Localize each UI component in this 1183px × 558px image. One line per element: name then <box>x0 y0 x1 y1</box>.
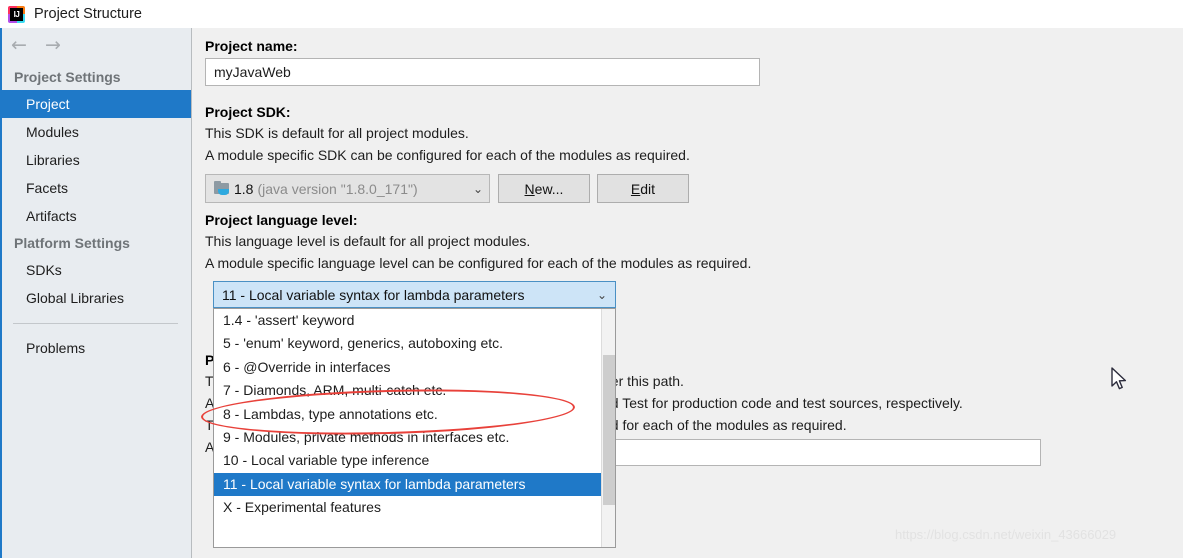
sidebar-item-modules[interactable]: Modules <box>0 118 191 146</box>
sidebar-group-platform-settings: Platform Settings <box>14 235 130 251</box>
language-level-desc-line-2: A module specific language level can be … <box>205 255 752 271</box>
language-level-desc-line-1: This language level is default for all p… <box>205 233 531 249</box>
edit-button-mnemonic: E <box>630 180 641 197</box>
project-name-input[interactable]: myJavaWeb <box>205 58 760 86</box>
chevron-down-icon: ⌄ <box>472 181 483 196</box>
project-structure-dialog: IJ Project Structure ← → Project Setting… <box>0 0 1183 558</box>
java-sdk-folder-icon <box>214 180 231 196</box>
sidebar-item-project[interactable]: Project <box>0 90 191 118</box>
language-level-dropdown[interactable]: 11 - Local variable syntax for lambda pa… <box>213 281 616 308</box>
dropdown-scrollbar-thumb[interactable] <box>603 355 615 505</box>
project-sdk-detail: (java version "1.8.0_171") <box>257 180 418 197</box>
new-sdk-button[interactable]: New... <box>498 174 590 203</box>
sidebar-divider <box>13 323 178 324</box>
ij-logo-text: IJ <box>10 7 23 21</box>
project-sdk-dropdown[interactable]: 1.8 (java version "1.8.0_171") ⌄ <box>205 174 490 203</box>
dropdown-scrollbar[interactable] <box>601 309 615 547</box>
project-sdk-label: Project SDK: <box>205 104 291 120</box>
compiler-output-path-input[interactable] <box>603 439 1041 466</box>
language-level-option-1.4[interactable]: 1.4 - 'assert' keyword <box>214 309 615 332</box>
language-level-option-6[interactable]: 6 - @Override in interfaces <box>214 356 615 379</box>
language-level-option-8[interactable]: 8 - Lambdas, type annotations etc. <box>214 403 615 426</box>
window-title: Project Structure <box>34 6 142 22</box>
language-level-option-7[interactable]: 7 - Diamonds, ARM, multi-catch etc. <box>214 379 615 402</box>
language-level-option-10[interactable]: 10 - Local variable type inference <box>214 449 615 472</box>
sidebar-item-facets[interactable]: Facets <box>0 174 191 202</box>
sidebar-group-project-settings: Project Settings <box>14 69 121 85</box>
project-sdk-desc-line-1: This SDK is default for all project modu… <box>205 125 469 141</box>
intellij-idea-icon: IJ <box>8 5 25 23</box>
arrow-left-icon[interactable]: ← <box>11 36 29 55</box>
language-level-selected-value: 11 - Local variable syntax for lambda pa… <box>222 286 525 303</box>
sidebar-item-problems[interactable]: Problems <box>0 334 191 362</box>
arrow-right-icon[interactable]: → <box>45 36 63 55</box>
settings-sidebar: ← → Project Settings Project Modules Lib… <box>0 28 192 558</box>
language-level-option-x[interactable]: X - Experimental features <box>214 496 615 519</box>
language-level-option-9[interactable]: 9 - Modules, private methods in interfac… <box>214 426 615 449</box>
edit-button-label: dit <box>640 180 656 197</box>
new-button-mnemonic: N <box>524 180 535 197</box>
watermark-text: https://blog.csdn.net/weixin_43666029 <box>895 527 1117 542</box>
sidebar-item-sdks[interactable]: SDKs <box>0 256 191 284</box>
language-level-option-11[interactable]: 11 - Local variable syntax for lambda pa… <box>214 472 615 497</box>
language-level-label: Project language level: <box>205 212 358 228</box>
title-bar: IJ Project Structure <box>0 0 1183 28</box>
sidebar-item-global-libraries[interactable]: Global Libraries <box>0 284 191 312</box>
settings-main-panel: Project name: myJavaWeb Project SDK: Thi… <box>193 28 1183 558</box>
project-sdk-version: 1.8 <box>234 180 254 197</box>
language-level-option-list: 1.4 - 'assert' keyword 5 - 'enum' keywor… <box>213 308 616 548</box>
navigation-arrows: ← → <box>0 28 191 64</box>
edit-sdk-button[interactable]: Edit <box>597 174 689 203</box>
project-sdk-desc-line-2: A module specific SDK can be configured … <box>205 147 690 163</box>
sidebar-item-artifacts[interactable]: Artifacts <box>0 202 191 230</box>
project-name-label: Project name: <box>205 38 298 54</box>
sidebar-accent-edge <box>0 28 2 558</box>
chevron-down-icon: ⌄ <box>596 287 607 302</box>
compiler-output-visible-line-2: nd Test for production code and test sou… <box>603 395 963 411</box>
language-level-option-5[interactable]: 5 - 'enum' keyword, generics, autoboxing… <box>214 332 615 355</box>
new-button-label: ew... <box>534 180 564 197</box>
compiler-output-visible-line-3: ed for each of the modules as required. <box>603 417 847 433</box>
sidebar-item-libraries[interactable]: Libraries <box>0 146 191 174</box>
